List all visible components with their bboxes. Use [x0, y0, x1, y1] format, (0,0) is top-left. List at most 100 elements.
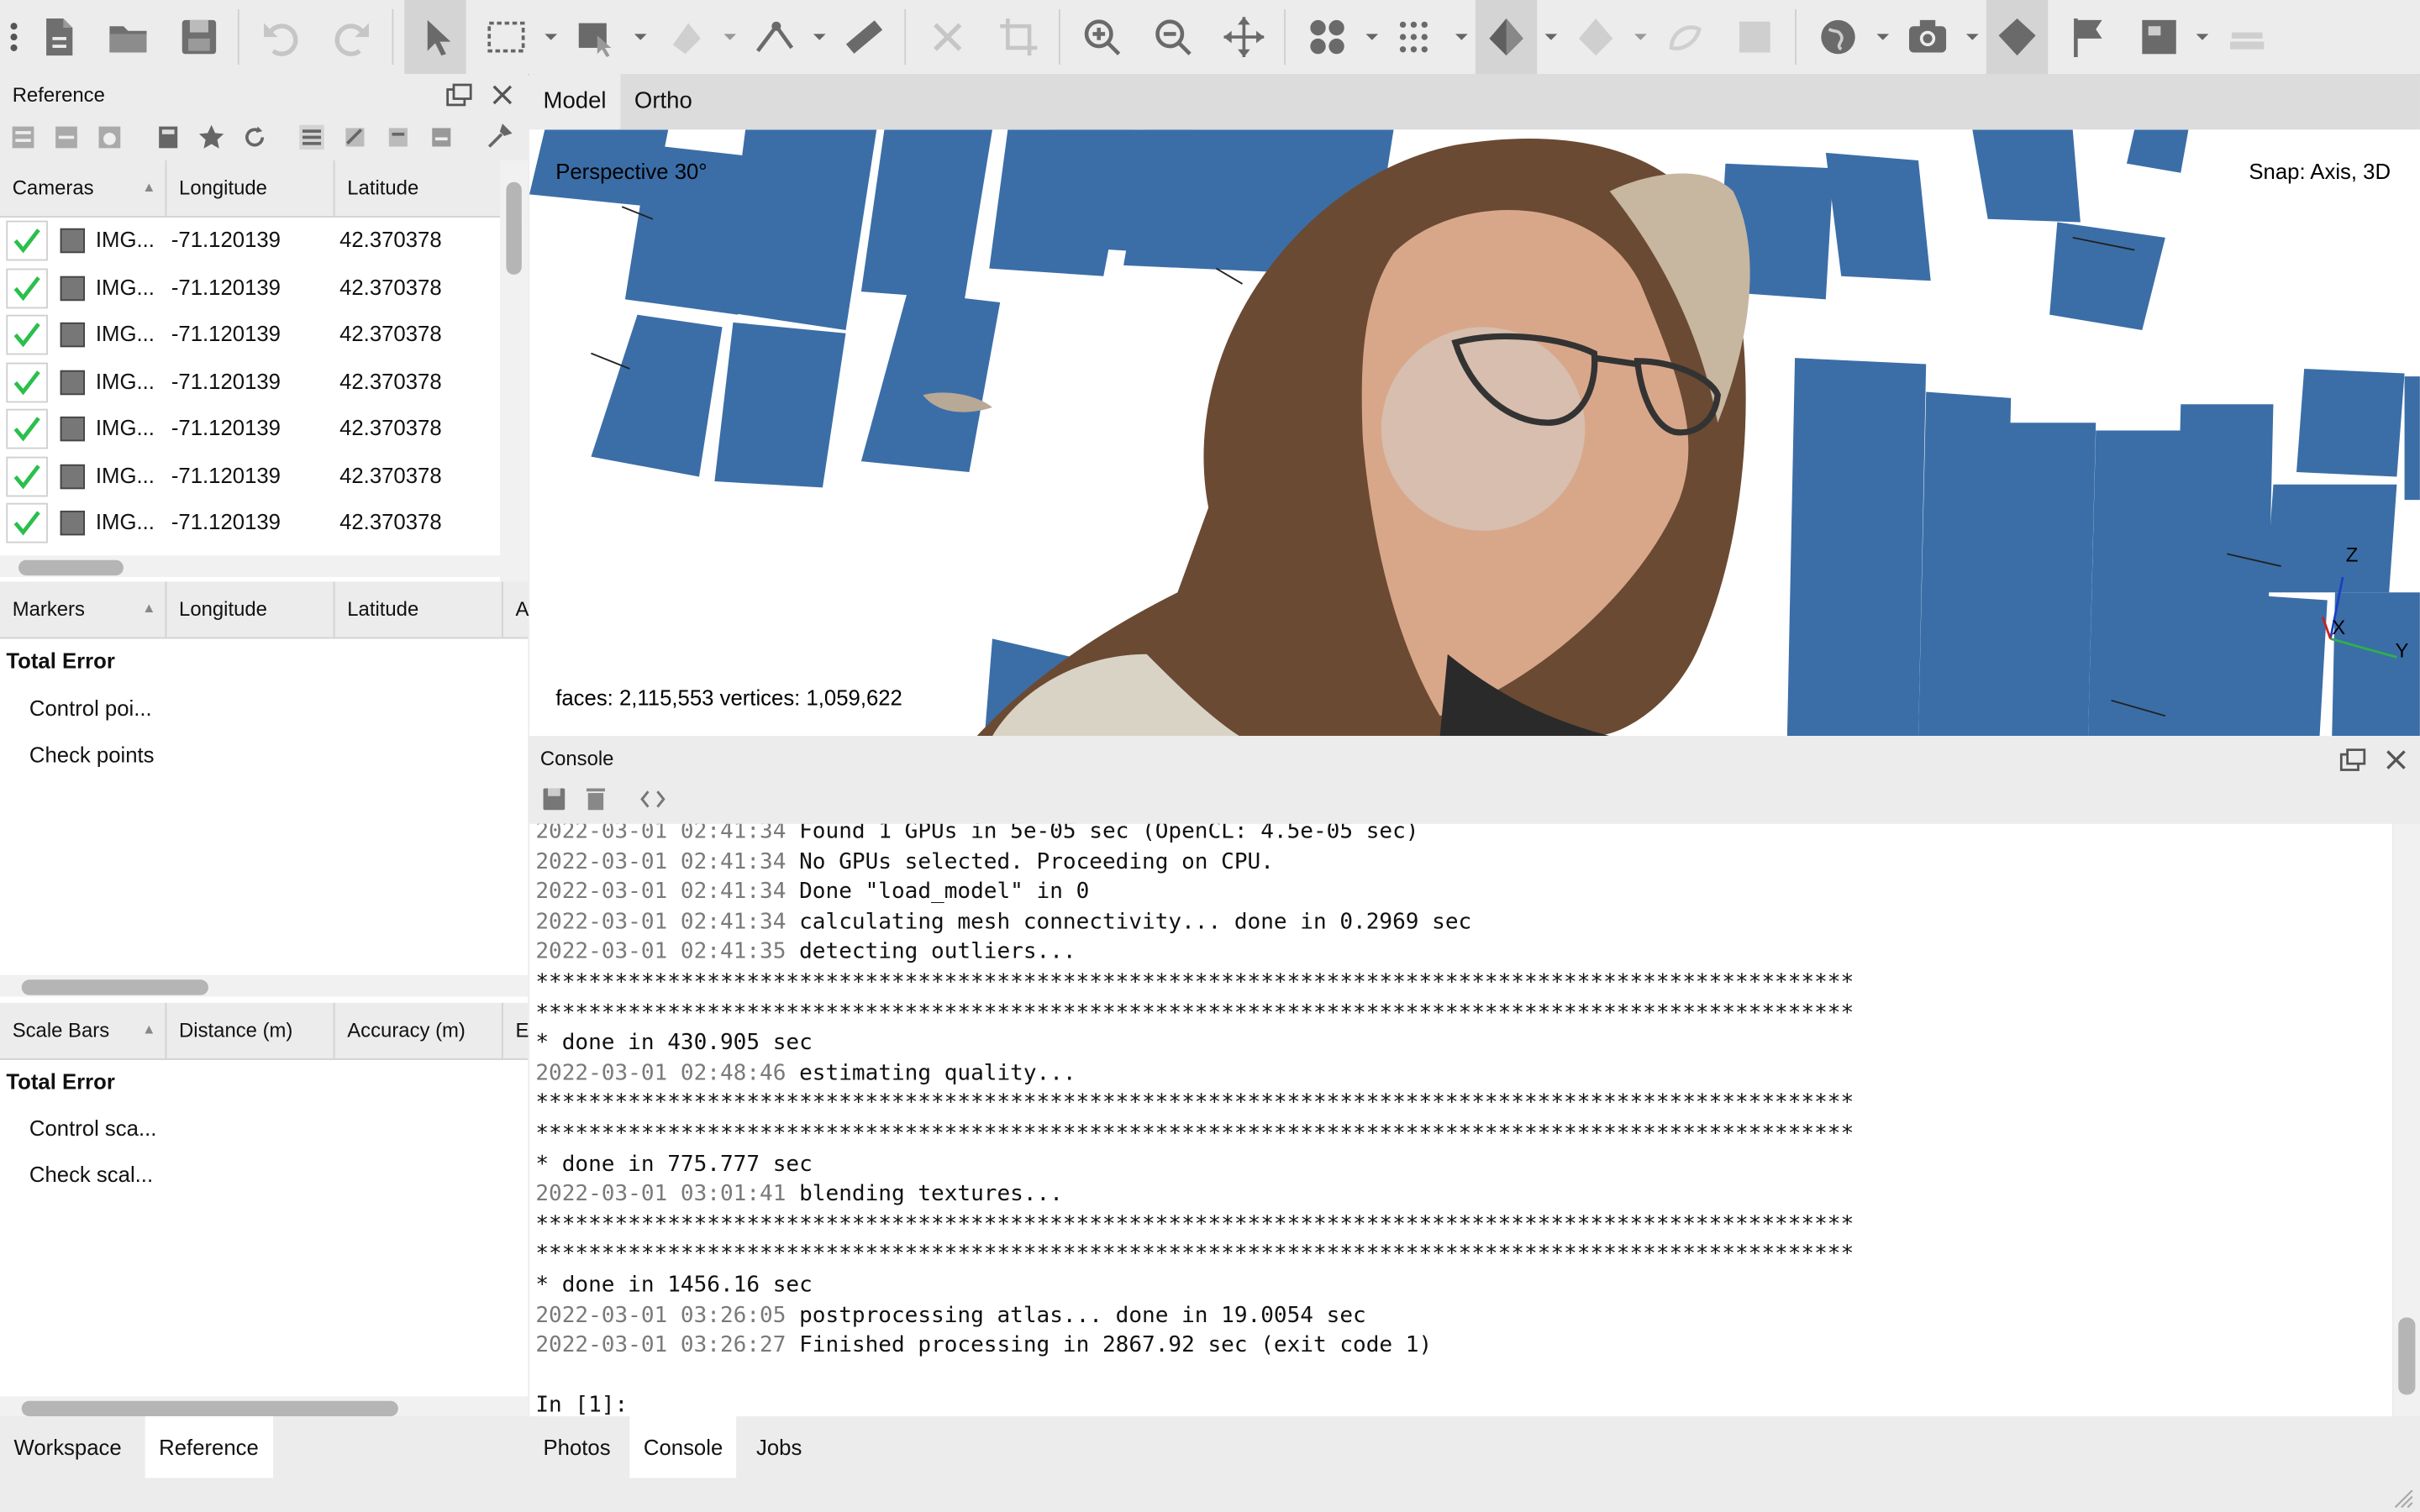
tab-workspace[interactable]: Workspace — [0, 1416, 135, 1478]
column-header-longitude[interactable]: Longitude — [166, 160, 335, 217]
tab-ortho[interactable]: Ortho — [620, 74, 706, 129]
redo-icon[interactable] — [321, 0, 382, 74]
view-errors-icon[interactable] — [384, 123, 412, 151]
tab-console[interactable]: Console — [629, 1416, 737, 1478]
table-row[interactable]: IMG... -71.120139 42.370378 — [0, 451, 500, 498]
scene-render[interactable] — [529, 129, 2420, 737]
table-row[interactable]: IMG... -71.120139 42.370378 — [0, 216, 500, 263]
close-icon[interactable] — [2385, 748, 2408, 772]
chevron-down-icon[interactable] — [2196, 31, 2209, 44]
column-header-distance[interactable]: Distance (m) — [166, 1002, 335, 1058]
new-document-icon[interactable] — [28, 0, 89, 74]
console-vertical-scrollbar[interactable] — [2393, 823, 2420, 1417]
tab-jobs[interactable]: Jobs — [742, 1416, 815, 1478]
chevron-down-icon[interactable] — [1365, 31, 1379, 44]
close-icon[interactable] — [491, 83, 514, 107]
import-reference-icon[interactable] — [9, 123, 37, 151]
open-folder-icon[interactable] — [97, 0, 159, 74]
intelligent-paint-icon[interactable] — [656, 0, 718, 74]
crop-icon[interactable] — [987, 0, 1049, 74]
clear-log-icon[interactable] — [581, 785, 609, 813]
column-header-error[interactable]: E — [503, 1003, 529, 1058]
table-row[interactable]: IMG... -71.120139 42.370378 — [0, 357, 500, 404]
solid-model-icon[interactable] — [1565, 0, 1626, 74]
wireframe-icon[interactable] — [1655, 0, 1716, 74]
column-header-accuracy[interactable]: Accuracy (m) — [335, 1002, 503, 1058]
orthomosaic-icon[interactable] — [2128, 0, 2190, 74]
undo-icon[interactable] — [250, 0, 312, 74]
zoom-in-icon[interactable] — [1071, 0, 1133, 74]
update-icon[interactable] — [241, 123, 269, 151]
column-header-longitude[interactable]: Longitude — [166, 581, 335, 638]
markers-check-points[interactable]: Check points — [29, 742, 155, 766]
camera-enabled-checkbox[interactable] — [6, 267, 48, 308]
camera-icon[interactable] — [1897, 0, 1958, 74]
scalebars-control[interactable]: Control sca... — [29, 1116, 156, 1140]
chevron-down-icon[interactable] — [1455, 31, 1468, 44]
navigation-arrow-icon[interactable] — [404, 0, 466, 75]
save-log-icon[interactable] — [540, 785, 568, 813]
point-cloud-icon[interactable] — [1386, 0, 1447, 74]
camera-enabled-checkbox[interactable] — [6, 455, 48, 496]
zoom-out-icon[interactable] — [1142, 0, 1203, 74]
layers-icon[interactable] — [2217, 0, 2278, 74]
tab-reference[interactable]: Reference — [145, 1416, 273, 1478]
column-header-cameras[interactable]: Cameras ▲ — [0, 160, 167, 217]
scalebars-horizontal-scrollbar[interactable] — [0, 1396, 529, 1418]
show-cameras-icon[interactable] — [1297, 0, 1358, 74]
cameras-vertical-scrollbar[interactable] — [500, 160, 529, 628]
chevron-down-icon[interactable] — [544, 31, 558, 44]
markers-horizontal-scrollbar[interactable] — [0, 974, 529, 997]
markers-control-points[interactable]: Control poi... — [29, 696, 152, 720]
rectangle-selection-icon[interactable] — [476, 0, 537, 74]
export-reference-icon[interactable] — [52, 123, 80, 151]
save-icon[interactable] — [168, 0, 229, 74]
cameras-horizontal-scrollbar[interactable] — [0, 555, 501, 577]
markers-total-error[interactable]: Total Error — [6, 648, 115, 672]
shaded-model-icon[interactable] — [1475, 0, 1538, 75]
move-object-icon[interactable] — [1213, 0, 1275, 74]
model-viewport[interactable]: Perspective 30° Snap: Axis, 3D faces: 2,… — [529, 129, 2420, 737]
view-variance-icon[interactable] — [428, 123, 455, 151]
chevron-down-icon[interactable] — [1876, 31, 1890, 44]
table-row[interactable]: IMG... -71.120139 42.370378 — [0, 263, 500, 310]
texture-icon[interactable] — [1724, 0, 1786, 74]
chevron-down-icon[interactable] — [1544, 31, 1558, 44]
tab-photos[interactable]: Photos — [529, 1416, 624, 1478]
run-script-icon[interactable] — [639, 787, 666, 811]
calculator-icon[interactable] — [155, 123, 182, 151]
float-panel-icon[interactable] — [446, 83, 472, 107]
convert-reference-icon[interactable] — [96, 123, 124, 151]
camera-enabled-checkbox[interactable] — [6, 220, 48, 261]
chevron-down-icon[interactable] — [723, 31, 737, 44]
camera-enabled-checkbox[interactable] — [6, 502, 48, 543]
globe-icon[interactable] — [1807, 0, 1869, 74]
camera-enabled-checkbox[interactable] — [6, 314, 48, 355]
view-source-icon[interactable] — [297, 123, 325, 151]
shapes-icon[interactable] — [1986, 0, 2049, 75]
tab-model[interactable]: Model — [529, 74, 621, 130]
table-row[interactable]: IMG... -71.120139 42.370378 — [0, 310, 500, 357]
chevron-down-icon[interactable] — [1965, 31, 1979, 44]
star-icon[interactable] — [197, 123, 225, 151]
flag-icon[interactable] — [2057, 0, 2118, 74]
ruler-measure-icon[interactable] — [744, 0, 805, 74]
camera-enabled-checkbox[interactable] — [6, 361, 48, 402]
table-row[interactable]: IMG... -71.120139 42.370378 — [0, 498, 500, 545]
menu-dots-icon[interactable] — [0, 0, 28, 74]
scalebars-total-error[interactable]: Total Error — [6, 1069, 115, 1094]
console-output[interactable]: 2022-03-01 02:41:34 Found 1 GPUs in 5e-0… — [529, 823, 2392, 1420]
scalebars-check[interactable]: Check scal... — [29, 1162, 153, 1186]
ruler-icon[interactable] — [834, 0, 895, 74]
chevron-down-icon[interactable] — [634, 31, 647, 44]
column-header-latitude[interactable]: Latitude — [335, 160, 501, 216]
table-row[interactable]: IMG... -71.120139 42.370378 — [0, 404, 500, 451]
column-header-scale-bars[interactable]: Scale Bars ▲ — [0, 1002, 167, 1058]
free-form-selection-icon[interactable] — [565, 0, 626, 74]
resize-grip-icon[interactable] — [2389, 1484, 2413, 1509]
column-header-accuracy[interactable]: A — [503, 581, 529, 637]
settings-tools-icon[interactable] — [485, 123, 513, 151]
view-estimated-icon[interactable] — [341, 123, 369, 151]
chevron-down-icon[interactable] — [1634, 31, 1647, 44]
float-panel-icon[interactable] — [2339, 748, 2366, 772]
